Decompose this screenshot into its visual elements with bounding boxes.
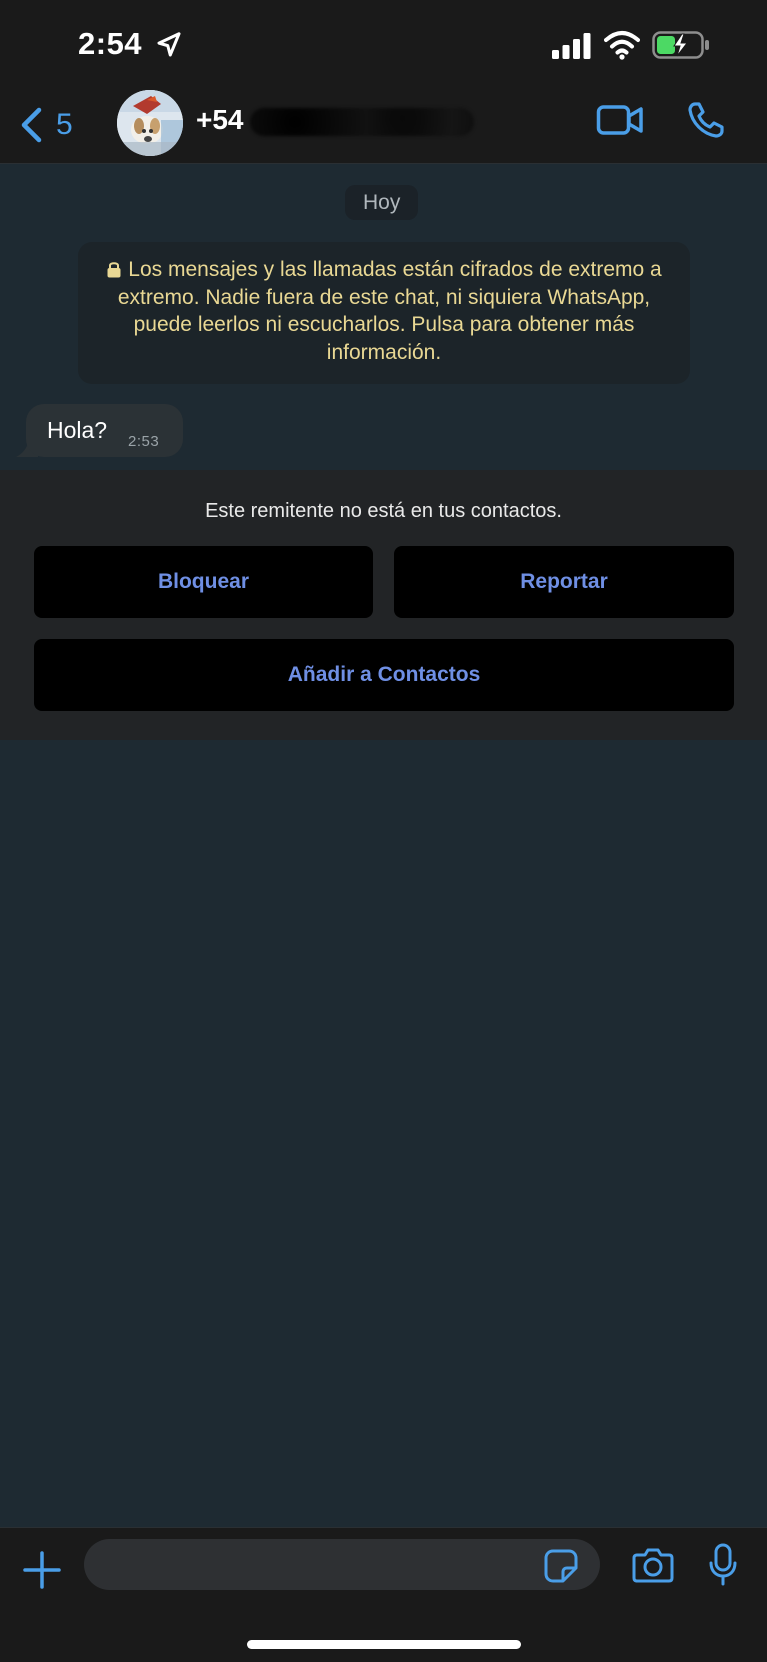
encryption-notice[interactable]: Los mensajes y las llamadas están cifrad…	[78, 242, 690, 384]
status-time: 2:54	[78, 26, 143, 61]
status-bar: 2:54	[0, 0, 767, 90]
message-time: 2:53	[128, 433, 160, 450]
message-text: Hola?	[47, 417, 108, 443]
plus-icon[interactable]	[22, 1550, 62, 1590]
unknown-sender-notice: Este remitente no está en tus contactos.	[205, 500, 562, 522]
report-button[interactable]: Reportar	[394, 546, 734, 618]
sticker-icon[interactable]	[543, 1548, 579, 1584]
camera-icon[interactable]	[632, 1546, 674, 1584]
lock-icon	[107, 262, 121, 278]
chat-area[interactable]: Hoy Los mensajes y las llamadas están ci…	[0, 165, 767, 1527]
back-button[interactable]: 5	[18, 102, 73, 148]
message-input-bar	[0, 1527, 767, 1662]
home-indicator	[247, 1640, 521, 1649]
unknown-sender-panel: Este remitente no está en tus contactos.…	[0, 470, 767, 740]
microphone-icon[interactable]	[708, 1543, 738, 1587]
wifi-icon	[604, 31, 640, 60]
date-chip: Hoy	[345, 185, 419, 220]
battery-charging-icon	[652, 31, 709, 59]
chat-header: 5 +54	[0, 90, 767, 164]
signal-icon	[552, 33, 591, 59]
phone-icon[interactable]	[686, 100, 726, 140]
chevron-left-icon	[21, 107, 42, 143]
encryption-notice-text: Los mensajes y las llamadas están cifrad…	[117, 258, 662, 364]
avatar[interactable]	[117, 90, 183, 156]
add-to-contacts-button[interactable]: Añadir a Contactos	[34, 639, 734, 711]
message-input[interactable]	[84, 1539, 600, 1590]
redacted-phone-number	[250, 108, 474, 136]
unread-count: 5	[56, 108, 73, 141]
contact-name[interactable]: +54	[196, 104, 244, 136]
block-button[interactable]: Bloquear	[34, 546, 373, 618]
video-call-icon[interactable]	[596, 102, 644, 138]
location-arrow-icon	[157, 32, 181, 57]
